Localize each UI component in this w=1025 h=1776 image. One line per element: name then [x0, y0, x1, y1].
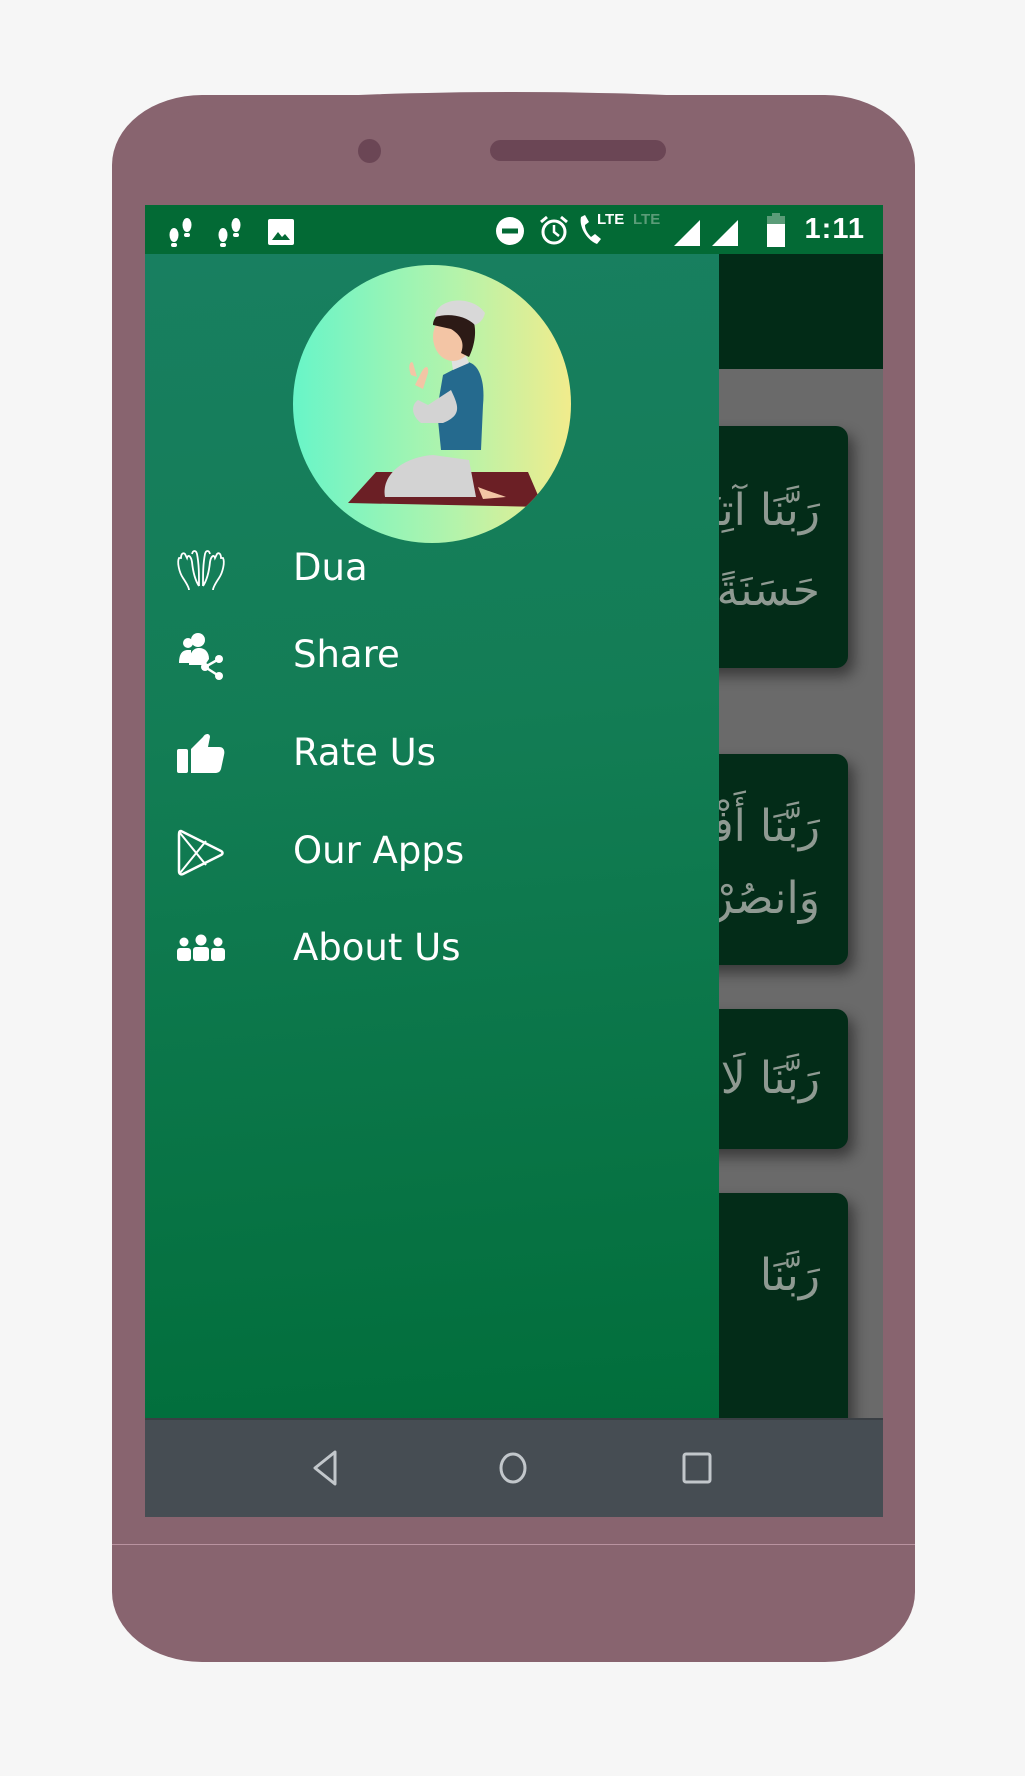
- dua-text-line: حَسَنَةً: [716, 565, 820, 616]
- status-bar: LTE LTE 1:11: [145, 205, 883, 254]
- home-icon[interactable]: [491, 1446, 535, 1490]
- signal-icon: [712, 220, 738, 246]
- share-users-icon: [179, 633, 223, 680]
- clock: 1:11: [804, 213, 865, 245]
- phone-divider: [112, 1544, 915, 1545]
- drawer-item-rate-us[interactable]: Rate Us: [145, 715, 719, 795]
- recents-icon[interactable]: [675, 1446, 719, 1490]
- signal-icon: [674, 220, 700, 246]
- dua-text-line: رَبَّنَا: [759, 1250, 820, 1301]
- back-icon[interactable]: [305, 1446, 349, 1490]
- battery-icon: [767, 213, 785, 247]
- drawer-item-label: Rate Us: [293, 731, 436, 774]
- do-not-disturb-icon: [496, 217, 524, 245]
- drawer-item-label: Our Apps: [293, 829, 465, 872]
- footsteps-icon: [169, 218, 192, 247]
- dua-text-line: رَبَّنَا لَا: [720, 1053, 820, 1104]
- phone-screen: رَبَّنَا آتِنَا حَسَنَةً رَبَّنَا أَفْرِ…: [145, 205, 883, 1517]
- front-camera: [358, 139, 381, 163]
- play-store-icon: [177, 829, 224, 876]
- system-navigation-bar: [145, 1418, 883, 1517]
- lte-label: LTE: [597, 211, 625, 228]
- footsteps-icon: [218, 218, 241, 247]
- navigation-drawer: Dua Share Rate Us Our Apps About Us: [145, 254, 719, 1418]
- drawer-header-avatar: [293, 265, 571, 543]
- thumbs-up-icon: [177, 734, 225, 773]
- drawer-item-our-apps[interactable]: Our Apps: [145, 813, 719, 893]
- earpiece-speaker: [490, 140, 666, 161]
- drawer-item-label: Share: [293, 633, 400, 676]
- drawer-item-label: About Us: [293, 926, 461, 969]
- boy-praying-illustration: [348, 300, 543, 507]
- lte-disabled-label: LTE: [633, 211, 661, 228]
- praying-hands-icon: [177, 550, 225, 591]
- drawer-item-dua[interactable]: Dua: [145, 530, 719, 610]
- drawer-item-label: Dua: [293, 546, 368, 589]
- drawer-item-share[interactable]: Share: [145, 617, 719, 697]
- alarm-icon: [540, 215, 568, 245]
- group-icon: [177, 934, 225, 961]
- image-icon: [268, 219, 294, 245]
- drawer-item-about-us[interactable]: About Us: [145, 910, 719, 990]
